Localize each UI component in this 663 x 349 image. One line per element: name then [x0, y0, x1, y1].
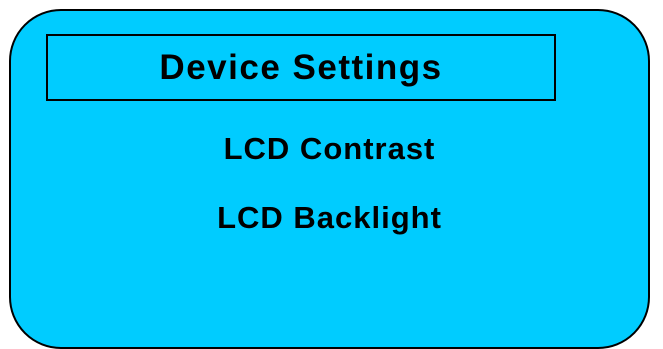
- screen-title: Device Settings: [46, 34, 556, 101]
- menu-item-lcd-contrast[interactable]: LCD Contrast: [11, 131, 648, 167]
- menu-item-label: LCD Backlight: [217, 200, 442, 235]
- device-settings-screen: Device Settings LCD Contrast LCD Backlig…: [9, 9, 650, 349]
- menu-item-label: LCD Contrast: [223, 131, 436, 166]
- screen-title-label: Device Settings: [159, 47, 443, 87]
- menu-item-lcd-backlight[interactable]: LCD Backlight: [11, 200, 648, 236]
